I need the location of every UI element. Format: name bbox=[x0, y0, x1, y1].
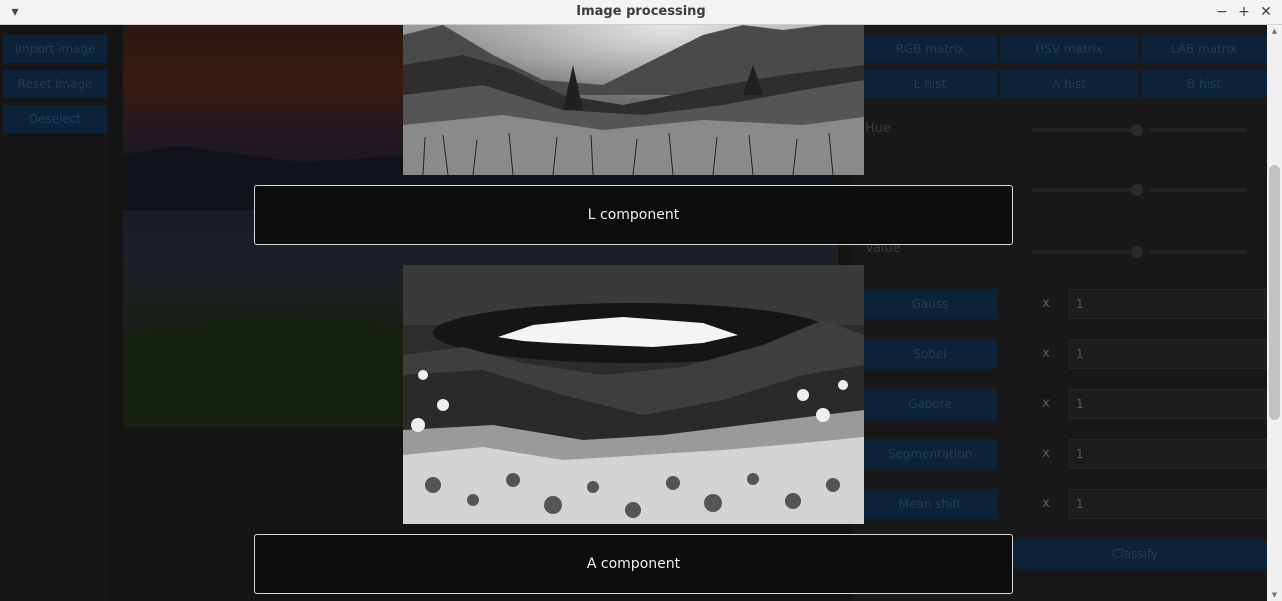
close-icon[interactable]: ✕ bbox=[1258, 3, 1274, 21]
filter-row-segmentation: Segmentation x 1 bbox=[863, 439, 1267, 469]
rgb-matrix-button[interactable]: RGB matrix bbox=[863, 35, 997, 63]
a-hist-button[interactable]: A hist bbox=[1000, 70, 1138, 98]
mean-shift-button[interactable]: Mean shift bbox=[863, 489, 997, 519]
maximize-icon[interactable]: + bbox=[1236, 3, 1252, 21]
l-hist-button[interactable]: L hist bbox=[863, 70, 997, 98]
sobel-size-input[interactable]: 1 bbox=[1069, 339, 1267, 369]
reset-image-button[interactable]: Reset image bbox=[3, 70, 107, 98]
b-hist-button[interactable]: B hist bbox=[1141, 70, 1267, 98]
lab-matrix-button[interactable]: LAB matrix bbox=[1141, 35, 1267, 63]
classify-button[interactable]: Classify bbox=[1003, 539, 1267, 569]
hue-slider-max[interactable] bbox=[1149, 128, 1247, 132]
scroll-down-icon[interactable]: ▼ bbox=[1267, 591, 1282, 599]
filter-x-label: x bbox=[1042, 396, 1050, 411]
sobel-button[interactable]: Sobel bbox=[863, 339, 997, 369]
filter-x-label: x bbox=[1042, 446, 1050, 461]
hue-slider-min[interactable] bbox=[1031, 128, 1141, 132]
gabore-size-input[interactable]: 1 bbox=[1069, 389, 1267, 419]
filter-row-gabore: Gabore x 1 bbox=[863, 389, 1267, 419]
import-image-button[interactable]: Import image bbox=[3, 35, 107, 63]
filter-row-mean-shift: Mean shift x 1 bbox=[863, 489, 1267, 519]
saturation-slider-min-handle[interactable] bbox=[1131, 184, 1143, 196]
segmentation-size-input[interactable]: 1 bbox=[1069, 439, 1267, 469]
filter-x-label: x bbox=[1042, 296, 1050, 311]
value-slider-min[interactable] bbox=[1031, 250, 1141, 254]
left-panel: Import image Reset image Deselect bbox=[0, 25, 109, 601]
window-titlebar: ▾ Image processing − + ✕ bbox=[0, 0, 1282, 25]
gauss-size-input[interactable]: 1 bbox=[1069, 289, 1267, 319]
saturation-slider-min[interactable] bbox=[1031, 188, 1141, 192]
gauss-button[interactable]: Gauss bbox=[863, 289, 997, 319]
segmentation-button[interactable]: Segmentation bbox=[863, 439, 997, 469]
minimize-icon[interactable]: − bbox=[1214, 3, 1230, 21]
a-component-label[interactable]: A component bbox=[254, 534, 1013, 594]
filter-row-sobel: Sobel x 1 bbox=[863, 339, 1267, 369]
value-slider-max[interactable] bbox=[1149, 250, 1247, 254]
saturation-slider-max[interactable] bbox=[1149, 188, 1247, 192]
hue-slider-min-handle[interactable] bbox=[1131, 124, 1143, 136]
scroll-up-icon[interactable]: ▲ bbox=[1267, 27, 1282, 35]
window-title: Image processing bbox=[576, 4, 706, 19]
vertical-scrollbar[interactable]: ▲ ▼ bbox=[1267, 25, 1282, 601]
hsv-matrix-button[interactable]: HSV matrix bbox=[1000, 35, 1138, 63]
filter-x-label: x bbox=[1042, 346, 1050, 361]
value-slider-min-handle[interactable] bbox=[1131, 246, 1143, 258]
gabore-button[interactable]: Gabore bbox=[863, 389, 997, 419]
mean-shift-size-input[interactable]: 1 bbox=[1069, 489, 1267, 519]
scroll-thumb[interactable] bbox=[1269, 165, 1280, 420]
filter-x-label: x bbox=[1042, 496, 1050, 511]
right-panel: RGB matrix HSV matrix LAB matrix L hist … bbox=[853, 25, 1267, 601]
l-component-label[interactable]: L component bbox=[254, 185, 1013, 245]
hue-label: Hue bbox=[865, 121, 892, 136]
deselect-button[interactable]: Deselect bbox=[3, 105, 107, 133]
filter-row-gauss: Gauss x 1 bbox=[863, 289, 1267, 319]
a-component-image bbox=[403, 265, 864, 524]
l-component-image bbox=[403, 25, 864, 175]
